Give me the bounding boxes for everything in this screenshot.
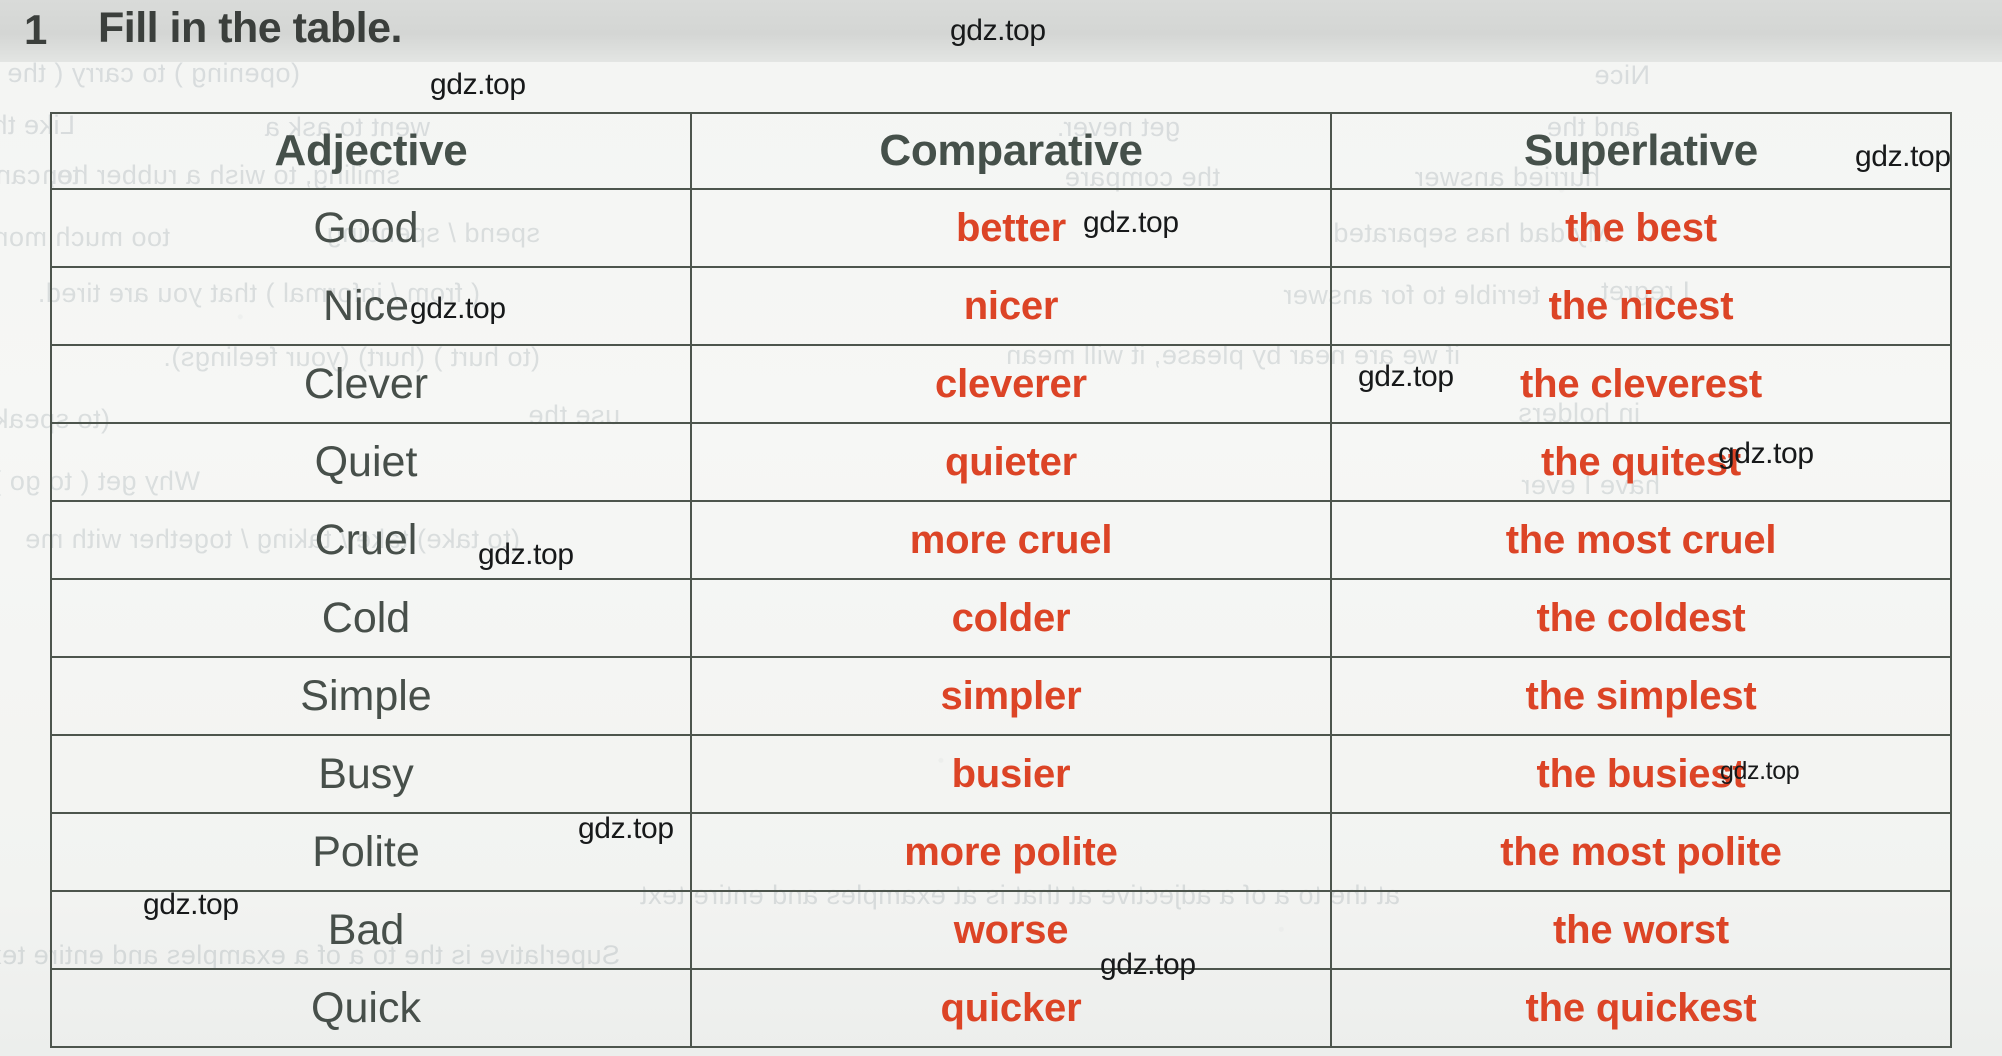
comparative-answer: colder — [951, 595, 1071, 640]
adjective-forms-table: Adjective Comparative Superlative Good be… — [50, 112, 1952, 1048]
table-row: Simple simpler the simplest — [50, 656, 1952, 736]
cell-superlative[interactable]: the best — [1330, 188, 1952, 268]
cell-adjective: Clever — [50, 344, 692, 424]
watermark: gdz.top — [143, 888, 239, 921]
adjective-text: Good — [313, 203, 419, 252]
cell-adjective: Nice — [50, 266, 692, 346]
cell-comparative[interactable]: quieter — [690, 422, 1332, 502]
superlative-answer: the coldest — [1536, 595, 1746, 640]
watermark: gdz.top — [1855, 140, 1951, 173]
adjective-text: Simple — [300, 671, 432, 720]
table-row: Clever cleverer the cleverest — [50, 344, 1952, 424]
scanned-page: I remember(to drive) (adjective) across … — [0, 0, 2002, 1056]
cell-superlative[interactable]: the coldest — [1330, 578, 1952, 658]
superlative-answer: the most cruel — [1505, 517, 1777, 562]
cell-superlative[interactable]: the quickest — [1330, 968, 1952, 1048]
comparative-answer: more polite — [904, 829, 1118, 874]
cell-adjective: Good — [50, 188, 692, 268]
cell-comparative[interactable]: better — [690, 188, 1332, 268]
cell-comparative[interactable]: cleverer — [690, 344, 1332, 424]
column-header-adjective-label: Adjective — [274, 126, 468, 175]
table-row: Good better the best — [50, 188, 1952, 268]
cell-adjective: Quick — [50, 968, 692, 1048]
cell-superlative[interactable]: the worst — [1330, 890, 1952, 970]
watermark: gdz.top — [430, 68, 526, 101]
cell-comparative[interactable]: worse — [690, 890, 1332, 970]
watermark: gdz.top — [1100, 948, 1196, 981]
adjective-text: Cruel — [314, 515, 418, 564]
comparative-answer: cleverer — [935, 361, 1087, 406]
cell-adjective: Cold — [50, 578, 692, 658]
superlative-answer: the simplest — [1525, 673, 1757, 718]
superlative-answer: the nicest — [1548, 283, 1734, 328]
comparative-answer: busier — [951, 751, 1071, 796]
comparative-answer: quicker — [940, 985, 1082, 1030]
watermark: gdz.top — [1720, 757, 1800, 785]
cell-superlative[interactable]: the quitest — [1330, 422, 1952, 502]
adjective-text: Clever — [303, 359, 429, 408]
superlative-answer: the best — [1565, 205, 1717, 250]
cell-superlative[interactable]: the nicest — [1330, 266, 1952, 346]
comparative-answer: better — [956, 205, 1066, 250]
column-header-comparative-label: Comparative — [879, 126, 1143, 175]
table-row: Nice nicer the nicest — [50, 266, 1952, 346]
bleedthrough-line: (opening ) to carry ( the boy ) but only… — [0, 58, 300, 88]
column-header-comparative: Comparative — [690, 112, 1332, 190]
watermark: gdz.top — [1358, 360, 1454, 393]
cell-adjective: Busy — [50, 734, 692, 814]
adjective-text: Quick — [311, 983, 421, 1032]
watermark: gdz.top — [1083, 206, 1179, 239]
cell-superlative[interactable]: the busiest — [1330, 734, 1952, 814]
watermark: gdz.top — [410, 292, 506, 325]
cell-comparative[interactable]: more polite — [690, 812, 1332, 892]
comparative-answer: simpler — [940, 673, 1082, 718]
table-row: Cold colder the coldest — [50, 578, 1952, 658]
cell-superlative[interactable]: the simplest — [1330, 656, 1952, 736]
table-row: Cruel more cruel the most cruel — [50, 500, 1952, 580]
cell-superlative[interactable]: the most polite — [1330, 812, 1952, 892]
superlative-answer: the most polite — [1500, 829, 1782, 874]
table-row: Busy busier the busiest — [50, 734, 1952, 814]
table-header-row: Adjective Comparative Superlative — [50, 112, 1952, 190]
table-row: Quiet quieter the quitest — [50, 422, 1952, 502]
cell-adjective: Cruel — [50, 500, 692, 580]
exercise-title: Fill in the table. — [98, 4, 402, 52]
column-header-adjective: Adjective — [50, 112, 692, 190]
table-row: Bad worse the worst — [50, 890, 1952, 970]
cell-comparative[interactable]: colder — [690, 578, 1332, 658]
cell-comparative[interactable]: nicer — [690, 266, 1332, 346]
exercise-number: 1 — [24, 6, 48, 53]
watermark: gdz.top — [1718, 437, 1814, 470]
comparative-answer: more cruel — [909, 517, 1113, 562]
superlative-answer: the quickest — [1525, 985, 1757, 1030]
cell-comparative[interactable]: simpler — [690, 656, 1332, 736]
adjective-text: Quiet — [314, 437, 418, 486]
watermark: gdz.top — [950, 14, 1046, 47]
superlative-answer: the quitest — [1540, 439, 1742, 484]
table-row: Polite more polite the most polite — [50, 812, 1952, 892]
cell-comparative[interactable]: quicker — [690, 968, 1332, 1048]
adjective-text: Cold — [321, 593, 411, 642]
superlative-answer: the worst — [1553, 907, 1729, 952]
adjective-text: Busy — [318, 749, 414, 798]
comparative-answer: quieter — [945, 439, 1077, 484]
cell-comparative[interactable]: busier — [690, 734, 1332, 814]
superlative-answer: the busiest — [1536, 751, 1746, 796]
watermark: gdz.top — [478, 538, 574, 571]
bleedthrough-line: Nice — [1593, 60, 1650, 90]
comparative-answer: worse — [953, 907, 1069, 952]
table-row: Quick quicker the quickest — [50, 968, 1952, 1048]
cell-comparative[interactable]: more cruel — [690, 500, 1332, 580]
cell-adjective: Simple — [50, 656, 692, 736]
cell-adjective: Quiet — [50, 422, 692, 502]
cell-superlative[interactable]: the most cruel — [1330, 500, 1952, 580]
adjective-text: Nice — [322, 281, 410, 330]
watermark: gdz.top — [578, 812, 674, 845]
table-body: Good better the best Nice nicer the nicest Cle… — [50, 188, 1952, 1048]
comparative-answer: nicer — [963, 283, 1059, 328]
